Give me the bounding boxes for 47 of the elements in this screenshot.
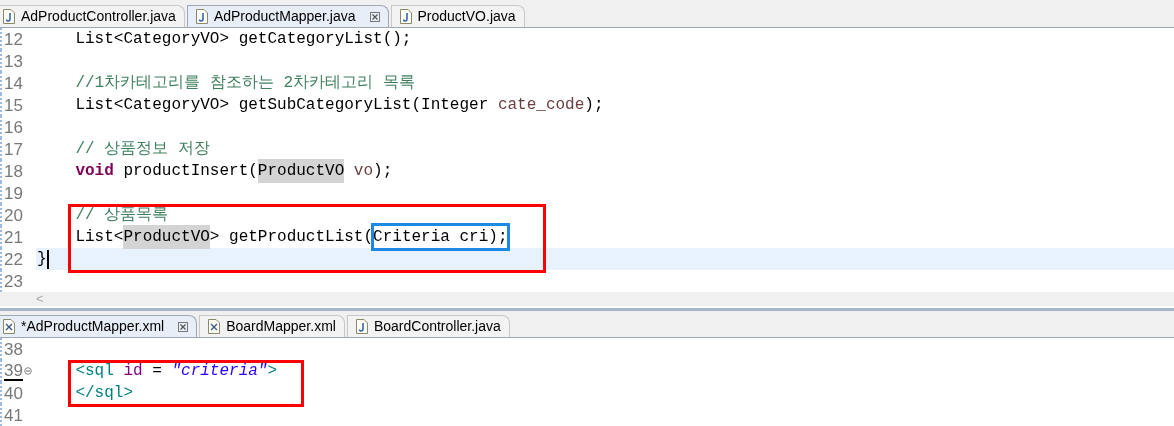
line-number: 22 (4, 250, 23, 268)
editor-tab[interactable]: AdProductController.java (0, 5, 185, 28)
code-line: </sql> (74, 383, 133, 404)
code-line: <sql id = "criteria"> (74, 361, 278, 382)
tab-label: AdProductController.java (21, 7, 176, 27)
text-cursor (46, 249, 49, 269)
code-line: } (36, 248, 49, 271)
xml-file-icon (3, 319, 15, 334)
line-number: 39 (4, 361, 23, 381)
line-number: 17 (4, 140, 23, 158)
line-number: 15 (4, 96, 23, 114)
tab-label: *AdProductMapper.xml (21, 317, 165, 336)
line-number: 40 (4, 384, 23, 402)
code-line: List<ProductVO> getProductList(Criteria cri); (36, 225, 508, 250)
line-number: 23 (4, 272, 23, 290)
code-line: // 상품정보 저장 (74, 139, 210, 161)
editor-tab[interactable]: AdProductMapper.java (186, 5, 389, 28)
code-line: List<CategoryVO> getCategoryList(); (74, 29, 412, 51)
code-line: // 상품목록 (74, 205, 169, 227)
tab-label: BoardController.java (373, 317, 501, 336)
line-number: 12 (4, 30, 23, 48)
line-number: 21 (4, 228, 23, 246)
editor-tab[interactable]: BoardController.java (346, 315, 510, 337)
close-icon[interactable] (369, 11, 380, 22)
line-number: 18 (4, 162, 23, 180)
line-number: 20 (4, 206, 23, 224)
code-line: List<CategoryVO> getSubCategoryList(Integer cate_code); (74, 95, 604, 117)
xml-file-icon (208, 319, 221, 334)
line-number: 13 (4, 52, 23, 70)
tab-label: BoardMapper.xml (226, 317, 336, 336)
line-number: 14 (4, 74, 23, 92)
tab-label: ProductVO.java (417, 7, 516, 27)
editor-tab[interactable]: BoardMapper.xml (199, 315, 345, 337)
tab-label: AdProductMapper.java (213, 7, 356, 27)
java-file-icon (3, 9, 15, 25)
line-number: 16 (4, 118, 23, 136)
code-line: //1차카테고리를 참조하는 2차카테고리 목록 (74, 73, 415, 95)
editor-tab[interactable]: ProductVO.java (390, 5, 525, 28)
editor-tab[interactable]: *AdProductMapper.xml (0, 315, 198, 337)
line-number: 38 (4, 340, 23, 358)
java-file-icon (399, 9, 412, 25)
java-file-icon (195, 9, 208, 25)
code-line: void productInsert(ProductVO vo); (36, 159, 393, 184)
close-icon[interactable] (178, 321, 189, 332)
java-file-icon (355, 319, 368, 334)
line-number: 41 (4, 406, 23, 424)
line-number: 19 (4, 184, 23, 202)
